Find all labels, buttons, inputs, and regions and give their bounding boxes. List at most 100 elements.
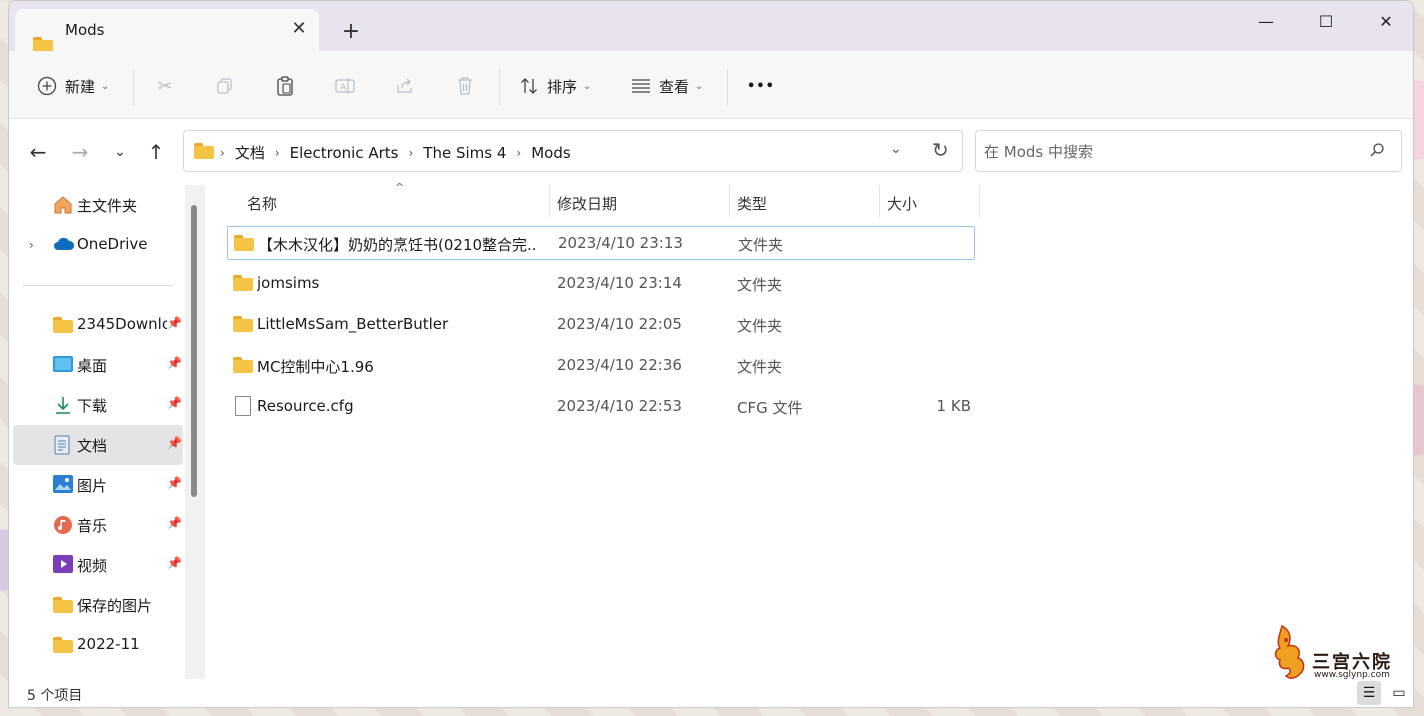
sidebar-item-downloads[interactable]: 下载 📌 [13,385,183,425]
delete-button[interactable] [453,73,477,99]
sidebar-item-music[interactable]: 音乐 📌 [13,505,183,545]
file-row[interactable]: LittleMsSam_BetterButler 2023/4/10 22:05… [227,308,975,342]
column-divider[interactable] [879,185,880,217]
file-row[interactable]: Resource.cfg 2023/4/10 22:53 CFG 文件 1 KB [227,390,975,424]
chevron-right-icon[interactable]: › [408,146,413,160]
pin-icon[interactable]: 📌 [167,516,182,530]
trash-icon [453,74,477,98]
breadcrumb-item[interactable]: Mods [531,144,570,162]
file-date: 2023/4/10 22:36 [557,356,682,374]
close-window-button[interactable]: ✕ [1363,7,1409,37]
command-bar: 新建 ⌄ ✂ A 排序 ⌄ 查看 ⌄ ••• [9,51,1413,119]
view-button[interactable]: 查看 ⌄ [629,73,703,99]
share-button[interactable] [393,73,417,99]
breadcrumb-item[interactable]: Electronic Arts [290,144,399,162]
new-tab-button[interactable]: + [339,21,363,45]
file-type: 文件夹 [738,236,784,254]
breadcrumb-item[interactable]: 文档 [235,142,265,163]
sidebar-item-2345downloads[interactable]: 2345Downloads 📌 [13,305,183,345]
sort-label: 排序 [547,77,578,96]
refresh-icon[interactable]: ↻ [932,138,949,162]
sidebar-item-saved-pictures[interactable]: 保存的图片 [13,585,183,625]
file-name: jomsims [257,274,320,292]
cloud-icon [53,235,75,255]
title-bar: Mods ✕ + — ☐ ✕ [9,1,1413,53]
more-options-button[interactable]: ••• [747,73,775,99]
sidebar-item-label: OneDrive [77,235,148,253]
sidebar-item-2022-11[interactable]: 2022-11 [13,625,183,665]
column-header-date[interactable]: 修改日期 [557,193,617,214]
file-type: 文件夹 [737,317,783,335]
file-type: 文件夹 [737,276,783,294]
chevron-right-icon[interactable]: › [29,238,34,252]
column-divider[interactable] [729,185,730,217]
tab-close-icon[interactable]: ✕ [289,19,309,39]
column-divider[interactable] [979,185,980,217]
file-row[interactable]: 【木木汉化】奶奶的烹饪书(0210整合完... 2023/4/10 23:13 … [227,226,975,260]
clipboard-icon [273,74,297,98]
tab-mods[interactable]: Mods ✕ [15,9,319,53]
pin-icon[interactable]: 📌 [167,396,182,410]
sidebar-item-pictures[interactable]: 图片 📌 [13,465,183,505]
sidebar-item-home[interactable]: 主文件夹 [13,185,183,225]
sidebar-item-label: 文档 [77,437,108,455]
chevron-right-icon[interactable]: › [275,146,280,160]
pin-icon[interactable]: 📌 [167,436,182,450]
file-type: 文件夹 [737,358,783,376]
sidebar-item-desktop[interactable]: 桌面 📌 [13,345,183,385]
column-header-name[interactable]: 名称 [247,193,277,214]
sidebar-item-label: 图片 [77,477,108,495]
view-lines-icon [629,74,653,98]
back-button[interactable]: ← [25,141,51,163]
video-icon [53,555,73,575]
recent-locations-button[interactable]: ⌄ [107,141,133,163]
minimize-button[interactable]: — [1243,7,1289,37]
file-date: 2023/4/10 23:14 [557,274,682,292]
pin-icon[interactable]: 📌 [167,556,182,570]
toolbar-divider [727,69,728,105]
sidebar-item-documents[interactable]: 文档 📌 [13,425,183,465]
toolbar-divider [499,69,500,105]
maximize-button[interactable]: ☐ [1303,7,1349,37]
chevron-right-icon[interactable]: › [516,146,521,160]
pin-icon[interactable]: 📌 [167,356,182,370]
new-button[interactable]: 新建 ⌄ [35,73,109,99]
column-divider[interactable] [549,185,550,217]
pin-icon[interactable]: 📌 [167,316,182,330]
sidebar-item-onedrive[interactable]: › OneDrive [13,225,183,265]
copy-button[interactable] [213,73,237,99]
address-row: ← → ⌄ ↑ › 文档 › Electronic Arts › The Sim… [9,119,1413,183]
paste-button[interactable] [273,73,297,99]
status-bar: 5 个项目 ☰ ▭ [9,679,1413,707]
sort-button[interactable]: 排序 ⌄ [517,73,591,99]
search-input[interactable] [984,141,1354,163]
sidebar-item-videos[interactable]: 视频 📌 [13,545,183,585]
sidebar-scrollbar-thumb[interactable] [191,205,197,497]
share-icon [393,74,417,98]
file-row[interactable]: jomsims 2023/4/10 23:14 文件夹 [227,267,975,301]
file-name: 【木木汉化】奶奶的烹饪书(0210整合完... [258,236,538,254]
file-icon [235,396,251,420]
sidebar-divider [23,285,173,286]
address-bar[interactable]: › 文档 › Electronic Arts › The Sims 4 › Mo… [183,130,963,172]
column-header-size[interactable]: 大小 [887,193,917,214]
rename-button[interactable]: A [333,73,357,99]
folder-icon [53,597,73,617]
breadcrumb: › 文档 › Electronic Arts › The Sims 4 › Mo… [220,142,571,163]
search-box[interactable] [975,130,1402,172]
sidebar-item-label: 主文件夹 [77,197,138,215]
breadcrumb-item[interactable]: The Sims 4 [423,144,506,162]
sidebar-item-label: 下载 [77,397,108,415]
chevron-down-icon[interactable]: ⌄ [890,141,902,157]
sort-icon [517,74,541,98]
column-header-type[interactable]: 类型 [737,193,767,214]
pin-icon[interactable]: 📌 [167,476,182,490]
file-row[interactable]: MC控制中心1.96 2023/4/10 22:36 文件夹 [227,349,975,383]
document-icon [53,435,73,455]
download-icon [53,395,73,415]
svg-text:A: A [340,83,347,93]
up-button[interactable]: ↑ [143,141,169,163]
forward-button[interactable]: → [67,141,93,163]
cut-button[interactable]: ✂ [153,73,177,99]
search-icon[interactable] [1369,142,1385,162]
